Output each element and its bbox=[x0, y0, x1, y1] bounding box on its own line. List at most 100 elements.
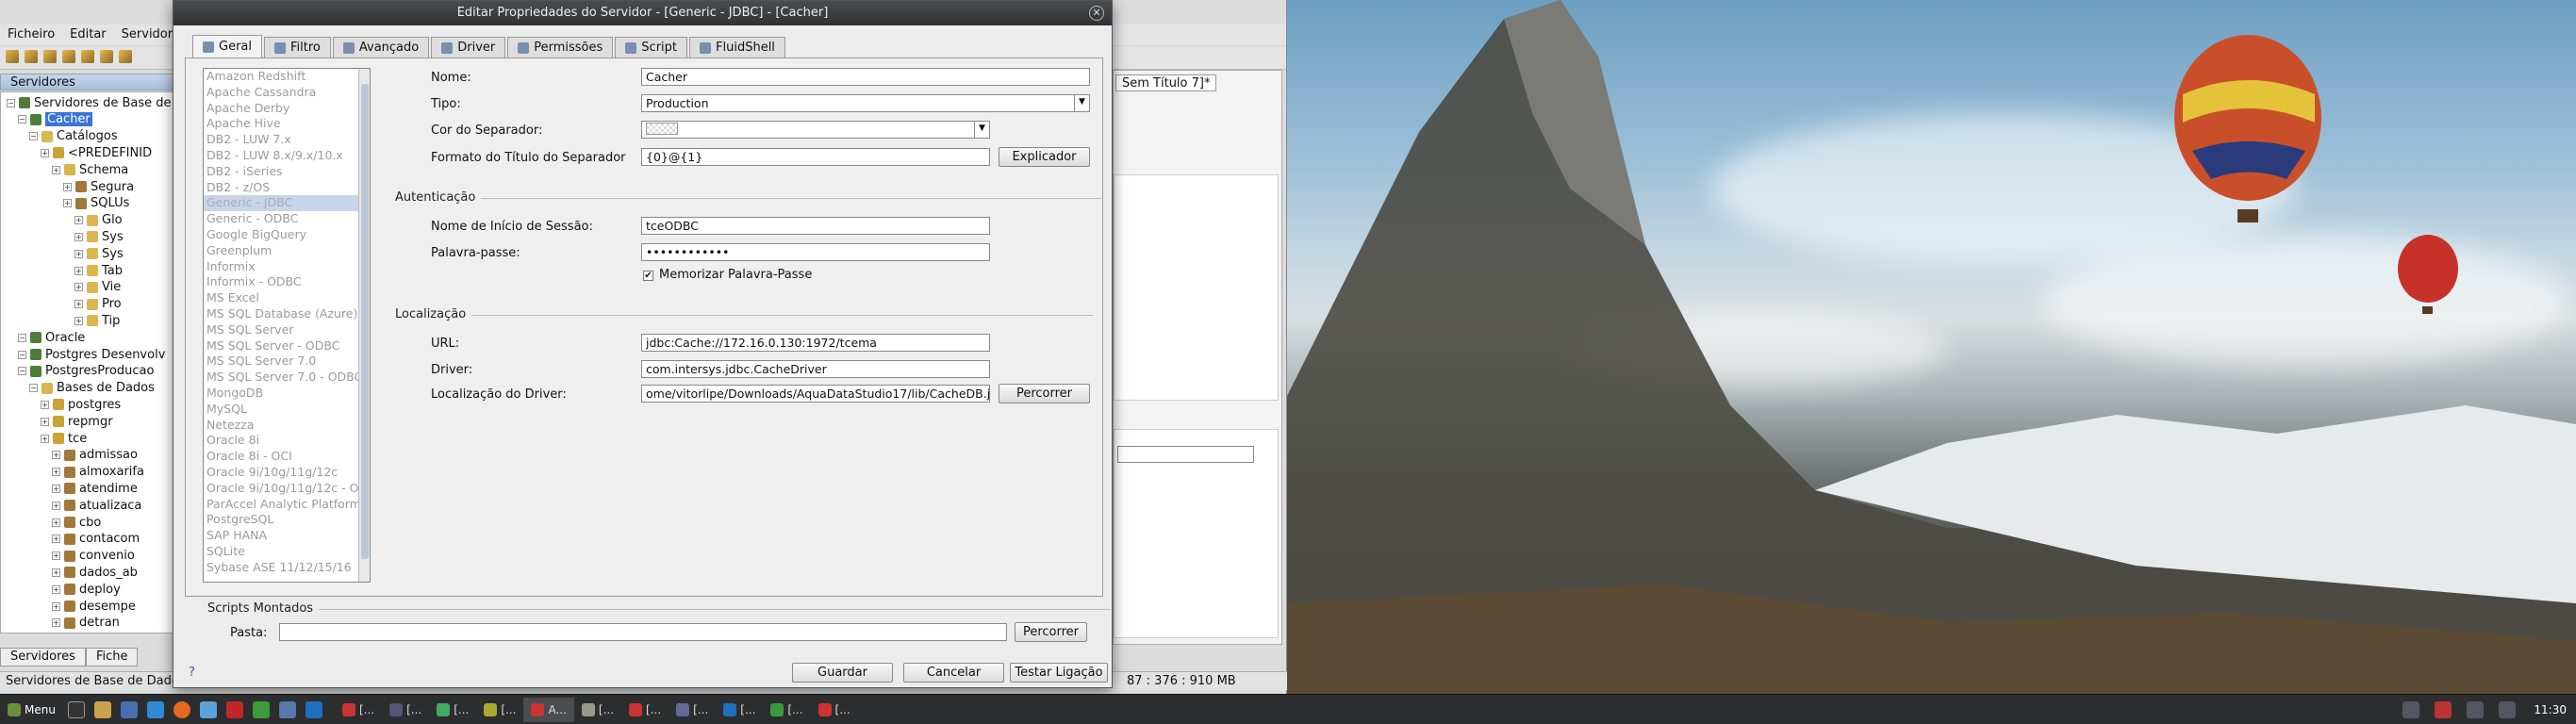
tree-node[interactable]: + atendime bbox=[52, 480, 138, 497]
expand-icon[interactable]: − bbox=[18, 115, 26, 124]
tree-node[interactable]: + repmgr bbox=[41, 413, 113, 430]
taskbar-window-button[interactable]: [... bbox=[574, 698, 621, 722]
network-tray-icon[interactable] bbox=[2467, 700, 2485, 718]
driver-list-item[interactable]: Google BigQuery bbox=[204, 227, 370, 243]
tree-node[interactable]: + dados_ab bbox=[52, 564, 138, 581]
tree-node[interactable]: + deploy bbox=[52, 581, 121, 598]
editor-area[interactable] bbox=[1114, 174, 1279, 401]
driver-list-item[interactable]: Amazon Redshift bbox=[204, 69, 370, 85]
tree-node[interactable]: + Schema bbox=[52, 161, 128, 178]
tree-node[interactable]: − Bases de Dados bbox=[29, 380, 155, 397]
expand-icon[interactable]: + bbox=[74, 316, 83, 325]
driver-type-list[interactable]: Amazon Redshift Apache Cassandra Apache De… bbox=[203, 68, 371, 583]
nome-field[interactable]: Cacher bbox=[641, 68, 1090, 86]
taskbar-window-button[interactable]: [... bbox=[382, 698, 429, 722]
tree-node[interactable]: + Segura bbox=[63, 178, 134, 195]
expand-icon[interactable]: − bbox=[29, 132, 38, 141]
expand-icon[interactable]: + bbox=[52, 618, 60, 628]
color-select[interactable]: ▼ bbox=[641, 121, 990, 139]
close-icon[interactable]: ✕ bbox=[1089, 6, 1104, 21]
tab-fluidshell[interactable]: FluidShell bbox=[689, 37, 785, 58]
tree-node[interactable]: + almoxarifa bbox=[52, 464, 144, 481]
driver-list-item[interactable]: MySQL bbox=[204, 402, 370, 418]
expand-icon[interactable]: + bbox=[52, 518, 60, 527]
driver-list-item[interactable]: MongoDB bbox=[204, 386, 370, 402]
login-field[interactable]: tceODBC bbox=[641, 217, 990, 235]
driver-list-item[interactable]: DB2 - LUW 7.x bbox=[204, 132, 370, 148]
expand-icon[interactable]: + bbox=[52, 601, 60, 611]
driver-list-item[interactable]: Oracle 9i/10g/11g/12c - OCI bbox=[204, 481, 370, 497]
driver-list-item[interactable]: Netezza bbox=[204, 418, 370, 434]
expand-icon[interactable]: + bbox=[52, 568, 60, 577]
driver-list-item[interactable]: Generic - ODBC bbox=[204, 211, 370, 227]
expand-icon[interactable]: + bbox=[52, 165, 60, 174]
expand-icon[interactable]: − bbox=[18, 333, 26, 342]
refresh-icon[interactable] bbox=[119, 50, 132, 63]
driver-list-item[interactable]: Informix bbox=[204, 259, 370, 275]
tipo-select[interactable]: Production ▼ bbox=[641, 94, 1090, 112]
driver-list-item[interactable]: Informix - ODBC bbox=[204, 274, 370, 290]
expand-icon[interactable]: + bbox=[63, 182, 72, 191]
driver-list-item[interactable]: MS SQL Server - ODBC bbox=[204, 338, 370, 354]
expand-icon[interactable]: + bbox=[41, 417, 49, 426]
save-button[interactable]: Guardar bbox=[792, 663, 893, 683]
tree-node[interactable]: + atualizaca bbox=[52, 497, 141, 514]
driver-list-item[interactable]: MS SQL Server 7.0 - ODBC bbox=[204, 370, 370, 386]
expand-icon[interactable]: + bbox=[63, 199, 72, 208]
driver-list-item[interactable]: Apache Cassandra bbox=[204, 85, 370, 101]
driver-list-item[interactable]: MS Excel bbox=[204, 290, 370, 306]
expand-icon[interactable]: − bbox=[29, 384, 38, 393]
taskbar-window-button[interactable]: [... bbox=[335, 698, 382, 722]
driver-list-item[interactable]: SQLite bbox=[204, 544, 370, 560]
taskbar-window-button[interactable]: [... bbox=[716, 698, 763, 722]
driver-list-item[interactable]: DB2 - LUW 8.x/9.x/10.x bbox=[204, 148, 370, 164]
tree-node[interactable]: − Catálogos bbox=[29, 128, 118, 145]
driver-list-item[interactable]: MS SQL Server 7.0 bbox=[204, 354, 370, 370]
expand-icon[interactable]: + bbox=[74, 216, 83, 225]
expand-icon[interactable]: + bbox=[41, 148, 49, 157]
tree-node[interactable]: + Sys bbox=[74, 245, 124, 262]
start-menu-button[interactable]: Menu bbox=[0, 702, 63, 716]
tree-node[interactable]: − Cacher bbox=[18, 111, 92, 128]
expand-icon[interactable]: + bbox=[52, 451, 60, 460]
tab-script[interactable]: Script bbox=[615, 37, 688, 58]
expand-icon[interactable]: + bbox=[52, 535, 60, 544]
driver-list-item[interactable]: DB2 - iSeries bbox=[204, 164, 370, 180]
expand-icon[interactable]: + bbox=[52, 484, 60, 493]
tree-node[interactable]: − PostgresProducao bbox=[18, 363, 154, 380]
expand-icon[interactable]: − bbox=[18, 350, 26, 359]
server-tree[interactable]: − Servidores de Base de − Cacher − Catálogos +… bbox=[0, 91, 175, 634]
expand-icon[interactable]: − bbox=[7, 98, 15, 107]
driver-list-item[interactable]: Sybase ASE 11/12/15/16 bbox=[204, 560, 370, 576]
app-icon[interactable] bbox=[278, 700, 296, 718]
menu-editar[interactable]: Editar bbox=[62, 25, 114, 45]
expand-icon[interactable]: + bbox=[74, 266, 83, 275]
expand-icon[interactable]: + bbox=[74, 300, 83, 309]
explicador-button[interactable]: Explicador bbox=[999, 147, 1090, 167]
filezilla-icon[interactable] bbox=[225, 700, 243, 718]
taskbar-window-button[interactable]: [... bbox=[811, 698, 858, 722]
chrome-icon[interactable] bbox=[252, 700, 270, 718]
tree-node[interactable]: + <PREDEFINID bbox=[41, 144, 152, 161]
terminal-icon[interactable] bbox=[67, 700, 85, 718]
server-icon[interactable] bbox=[62, 50, 75, 63]
menu-ficheiro[interactable]: Ficheiro bbox=[0, 25, 62, 45]
driver-list-item[interactable]: DB2 - z/OS bbox=[204, 180, 370, 196]
tree-node[interactable]: + Glo bbox=[74, 212, 123, 229]
expand-icon[interactable]: + bbox=[52, 468, 60, 477]
formato-field[interactable]: {0}@{1} bbox=[641, 148, 990, 166]
tab-avancado[interactable]: Avançado bbox=[332, 37, 430, 58]
tree-node[interactable]: − Oracle bbox=[18, 329, 85, 346]
tree-node[interactable]: + Vie bbox=[74, 279, 121, 296]
tree-node[interactable]: + tce bbox=[41, 430, 87, 447]
expand-icon[interactable]: + bbox=[74, 232, 83, 241]
expand-icon[interactable]: + bbox=[52, 584, 60, 594]
tree-node[interactable]: + SQLUs bbox=[63, 195, 129, 212]
driver-list-item[interactable]: Generic - JDBC bbox=[204, 195, 370, 212]
taskbar-window-button[interactable]: [... bbox=[621, 698, 669, 722]
tree-node[interactable]: + contacom bbox=[52, 531, 140, 548]
browse-driver-button[interactable]: Percorrer bbox=[999, 384, 1090, 403]
driver-list-item[interactable]: Oracle 8i bbox=[204, 433, 370, 449]
shield-icon[interactable] bbox=[2403, 700, 2420, 718]
driver-list-item[interactable]: ParAccel Analytic Platform bbox=[204, 497, 370, 513]
